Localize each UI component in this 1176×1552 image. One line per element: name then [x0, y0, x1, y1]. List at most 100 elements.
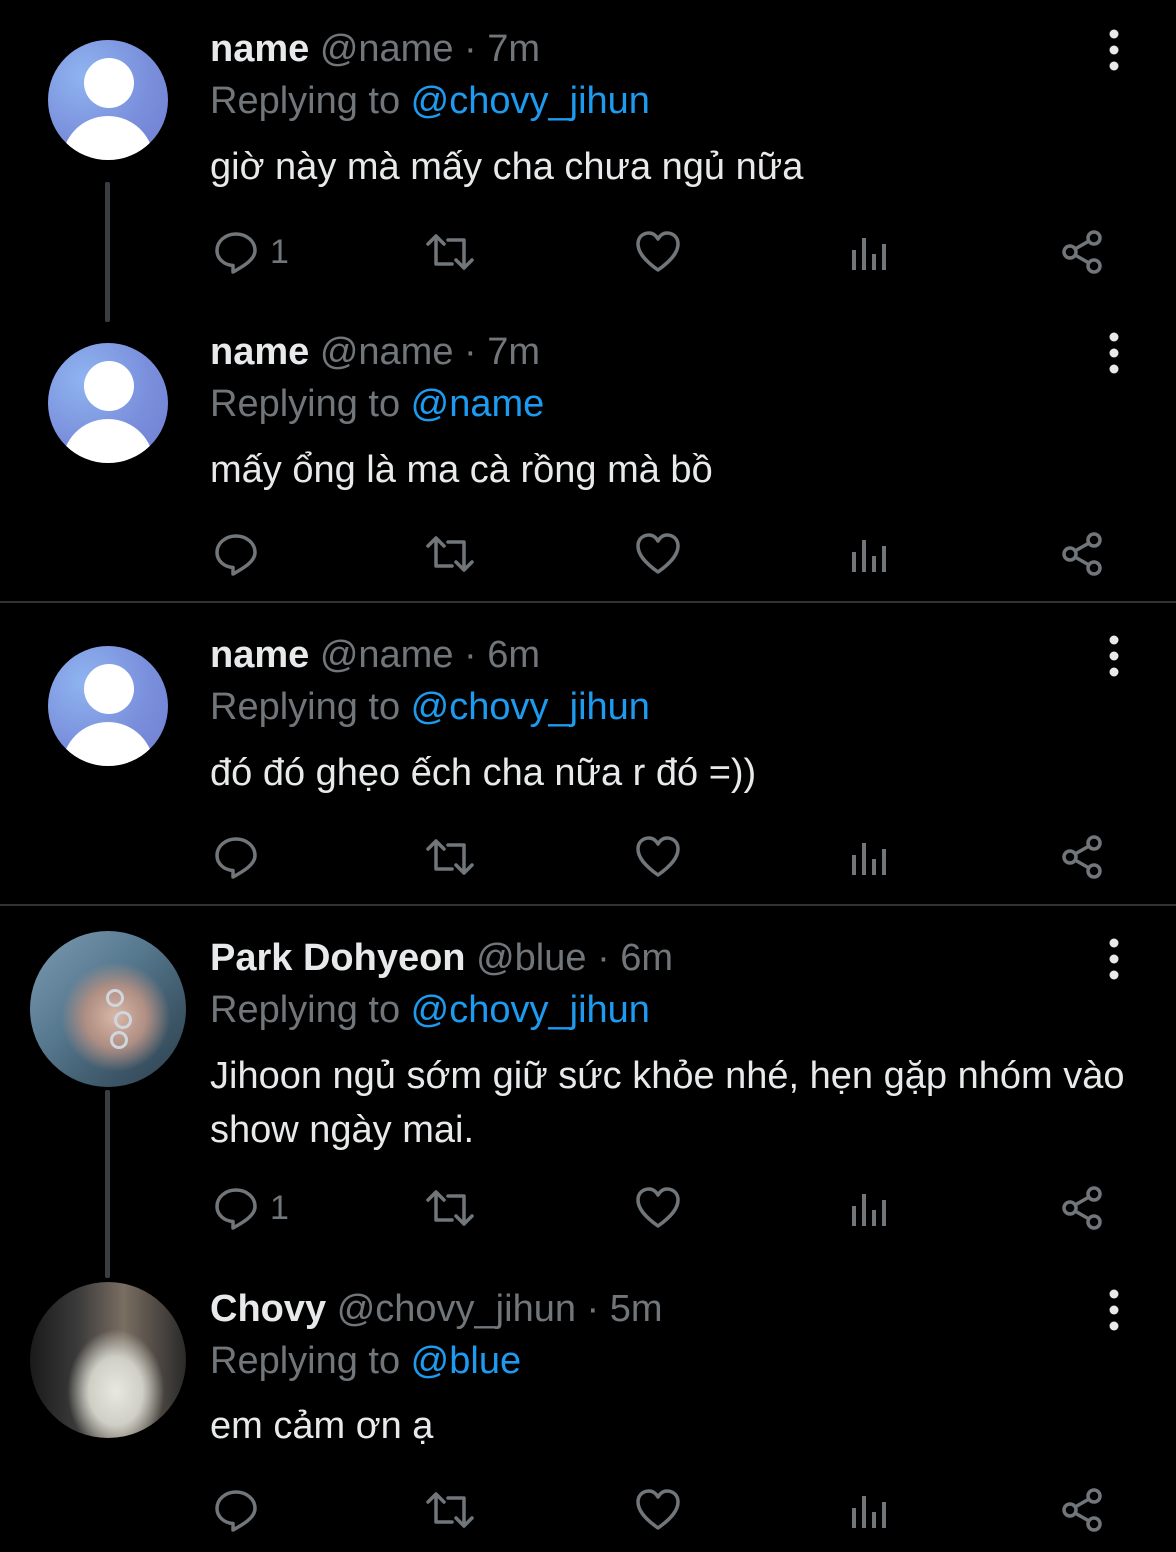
more-icon[interactable]	[1098, 329, 1130, 377]
display-name[interactable]: Chovy	[210, 1288, 326, 1330]
retweet-button[interactable]	[422, 833, 478, 881]
more-icon[interactable]	[1098, 26, 1130, 74]
analytics-icon	[852, 1194, 886, 1226]
reply-icon	[215, 232, 257, 274]
replying-to: Replying to @chovy_jihun	[210, 78, 650, 124]
divider	[0, 601, 1176, 603]
retweet-button[interactable]	[422, 228, 478, 276]
replying-to: Replying to @chovy_jihun	[210, 987, 650, 1033]
handle-time: @name · 7m	[319, 331, 541, 373]
replying-to: Replying to @name	[210, 381, 544, 427]
reply-icon	[215, 534, 257, 576]
share-button[interactable]	[1058, 228, 1106, 276]
more-icon[interactable]	[1098, 935, 1130, 983]
mention-link[interactable]: @blue	[411, 1340, 521, 1382]
retweet-icon	[426, 1492, 474, 1528]
avatar[interactable]	[48, 343, 168, 463]
retweet-icon	[426, 1190, 474, 1226]
like-icon	[636, 533, 680, 574]
tweet-actions	[210, 530, 1130, 578]
analytics-button[interactable]	[848, 1184, 892, 1232]
analytics-icon	[852, 238, 886, 270]
analytics-icon	[852, 843, 886, 875]
share-button[interactable]	[1058, 1184, 1106, 1232]
like-button[interactable]	[634, 228, 682, 276]
retweet-icon	[426, 536, 474, 572]
reply-button[interactable]	[212, 833, 270, 881]
more-icon[interactable]	[1098, 632, 1130, 680]
reply-button[interactable]: 1	[212, 1184, 289, 1232]
share-icon	[1062, 835, 1102, 879]
replying-to-label: Replying to	[210, 686, 411, 728]
display-name[interactable]: name	[210, 634, 309, 676]
more-icon[interactable]	[1098, 1286, 1130, 1334]
avatar[interactable]	[48, 40, 168, 160]
tweet-header: Park Dohyeon @blue · 6m	[210, 935, 673, 981]
like-icon	[636, 836, 680, 877]
replying-to-label: Replying to	[210, 383, 411, 425]
handle-time: @name · 7m	[319, 28, 541, 70]
share-icon	[1062, 1488, 1102, 1532]
tweet-text: đó đó ghẹo ếch cha nữa r đó =))	[210, 752, 757, 794]
share-button[interactable]	[1058, 833, 1106, 881]
display-name[interactable]: name	[210, 28, 309, 70]
retweet-button[interactable]	[422, 1184, 478, 1232]
share-button[interactable]	[1058, 530, 1106, 578]
reply-count: 1	[270, 232, 289, 271]
share-icon	[1062, 532, 1102, 576]
like-icon	[636, 231, 680, 272]
reply-button[interactable]: 1	[212, 228, 289, 276]
thread-line	[105, 1090, 110, 1278]
handle-time: @chovy_jihun · 5m	[336, 1288, 663, 1330]
retweet-button[interactable]	[422, 530, 478, 578]
tweet-text: Jihoon ngủ sớm giữ sức khỏe nhé, hẹn gặp…	[210, 1055, 1125, 1151]
display-name[interactable]: name	[210, 331, 309, 373]
replying-to: Replying to @chovy_jihun	[210, 684, 650, 730]
avatar[interactable]	[30, 931, 186, 1087]
tweet-header: name @name · 7m	[210, 26, 540, 72]
reply-button[interactable]	[212, 1486, 270, 1534]
mention-link[interactable]: @chovy_jihun	[411, 686, 650, 728]
mention-link[interactable]: @chovy_jihun	[411, 989, 650, 1031]
like-button[interactable]	[634, 833, 682, 881]
share-icon	[1062, 230, 1102, 274]
mention-link[interactable]: @name	[411, 383, 545, 425]
analytics-icon	[852, 540, 886, 572]
like-icon	[636, 1489, 680, 1530]
thread-line	[105, 182, 110, 322]
tweet-text: mấy ổng là ma cà rồng mà bồ	[210, 449, 713, 491]
like-button[interactable]	[634, 1184, 682, 1232]
tweet-header: Chovy @chovy_jihun · 5m	[210, 1286, 663, 1332]
mention-link[interactable]: @chovy_jihun	[411, 80, 650, 122]
display-name[interactable]: Park Dohyeon	[210, 937, 466, 979]
retweet-icon	[426, 839, 474, 875]
tweet-header: name @name · 6m	[210, 632, 540, 678]
analytics-button[interactable]	[848, 530, 892, 578]
handle-time: @name · 6m	[319, 634, 541, 676]
analytics-button[interactable]	[848, 228, 892, 276]
tweet-actions: 1	[210, 1184, 1130, 1232]
analytics-button[interactable]	[848, 1486, 892, 1534]
like-button[interactable]	[634, 530, 682, 578]
reply-button[interactable]	[212, 530, 270, 578]
tweet-actions	[210, 1486, 1130, 1534]
tweet-text: giờ này mà mấy cha chưa ngủ nữa	[210, 146, 804, 188]
like-icon	[636, 1187, 680, 1228]
tweet-actions: 1	[210, 228, 1130, 276]
avatar[interactable]	[30, 1282, 186, 1438]
replying-to: Replying to @blue	[210, 1338, 521, 1384]
analytics-button[interactable]	[848, 833, 892, 881]
tweet-header: name @name · 7m	[210, 329, 540, 375]
divider	[0, 904, 1176, 906]
reply-icon	[215, 1490, 257, 1532]
retweet-icon	[426, 234, 474, 270]
analytics-icon	[852, 1496, 886, 1528]
reply-icon	[215, 1188, 257, 1230]
like-button[interactable]	[634, 1486, 682, 1534]
tweet-text: em cảm ơn ạ	[210, 1405, 434, 1447]
replying-to-label: Replying to	[210, 1340, 411, 1382]
share-button[interactable]	[1058, 1486, 1106, 1534]
avatar[interactable]	[48, 646, 168, 766]
retweet-button[interactable]	[422, 1486, 478, 1534]
reply-count: 1	[270, 1188, 289, 1227]
